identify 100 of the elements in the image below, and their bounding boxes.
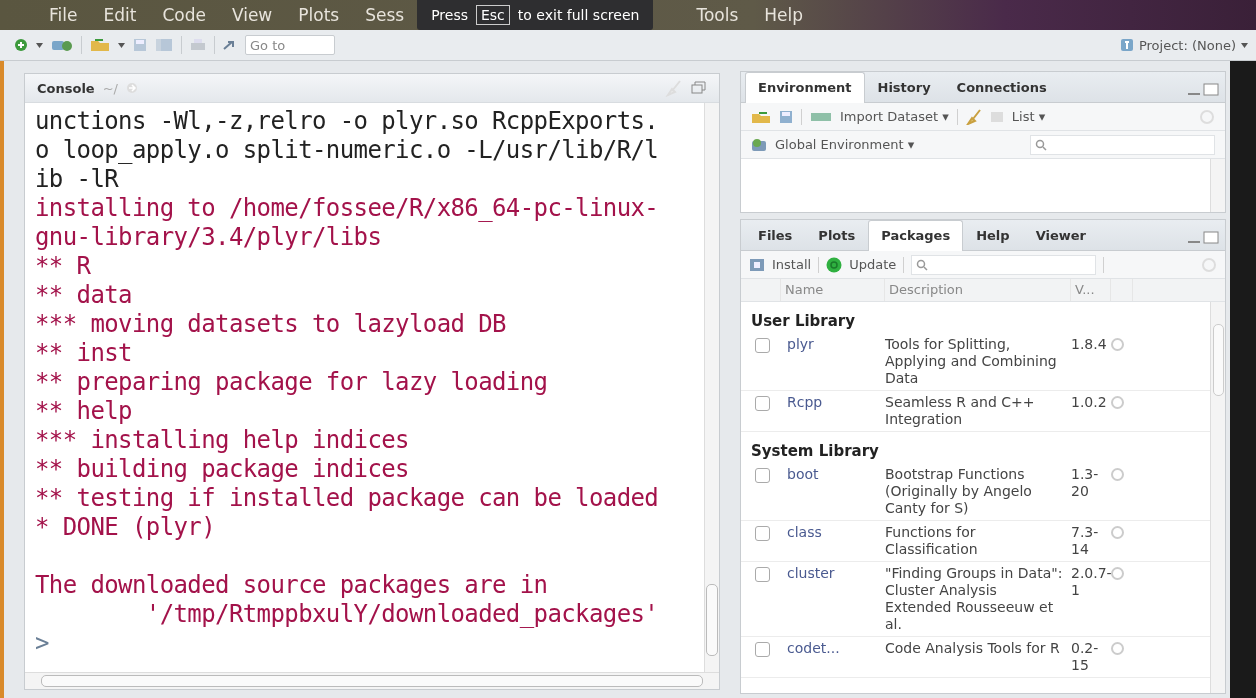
project-menu[interactable]: Project: (None) [1138,37,1236,53]
project-icon[interactable] [51,38,73,52]
console-line: *** installing help indices [35,426,410,455]
console-line: *** moving datasets to lazyload DB [35,310,507,339]
maximize-icon[interactable] [691,81,707,95]
package-link[interactable]: boot [781,466,819,482]
package-link[interactable]: plyr [781,336,814,352]
environment-icon [751,137,767,152]
pane-tab[interactable]: Viewer [1022,220,1099,250]
pane-tab[interactable]: Files [745,220,806,250]
menu-item[interactable]: Edit [90,5,150,25]
caret-icon[interactable] [1241,42,1248,48]
notice-text: to exit full screen [517,7,640,23]
maximize-icon[interactable] [1203,82,1219,96]
package-version: 2.0.7-1 [1071,565,1111,600]
install-button[interactable]: Install [772,257,812,272]
package-version: 1.8.4 [1071,336,1108,354]
console-prompt: > [35,629,50,658]
package-checkbox[interactable] [755,567,770,582]
import-dataset-button[interactable]: Import Dataset ▾ [840,109,949,124]
broom-icon[interactable] [665,79,683,97]
console-line: The downloaded source packages are in [35,571,549,600]
search-field[interactable] [911,254,1097,275]
refresh-icon[interactable] [1201,256,1217,273]
install-icon [749,257,765,272]
save-all-icon[interactable] [155,38,173,52]
search-icon [916,258,929,271]
package-checkbox[interactable] [755,338,770,353]
vertical-scrollbar[interactable] [1210,302,1225,693]
package-checkbox[interactable] [755,396,770,411]
remove-icon[interactable] [1111,396,1124,409]
save-icon[interactable] [133,38,147,52]
package-checkbox[interactable] [755,526,770,541]
folder-icon[interactable] [90,38,110,52]
project-icon [1119,38,1134,52]
package-description: "Finding Groups in Data": Cluster Analysis Extended Rousseeuw et al. [885,565,1064,633]
menu-item[interactable]: Sess [352,5,418,25]
search-field[interactable] [1030,134,1215,155]
package-link[interactable]: cluster [781,565,835,581]
print-icon[interactable] [190,38,206,52]
caret-icon[interactable] [36,42,43,48]
update-button[interactable]: Update [849,257,897,272]
package-description: Code Analysis Tools for R [885,640,1061,658]
notice-text: Press [431,7,468,23]
environment-dropdown[interactable]: Global Environment ▾ [775,137,915,152]
view-mode-button[interactable]: List ▾ [1011,109,1046,124]
working-directory: ~/ [102,80,118,96]
package-link[interactable]: codet... [781,640,840,656]
console-line: ib -lR [35,165,120,194]
arrow-icon[interactable] [125,82,138,94]
remove-icon[interactable] [1111,526,1124,539]
refresh-icon[interactable] [1199,108,1215,125]
table-icon [810,110,832,123]
library-heading: User Library [750,311,857,332]
pane-tab[interactable]: Environment [745,72,865,103]
remove-icon[interactable] [1111,642,1124,655]
package-description: Functions for Classification [885,524,979,558]
console-line: '/tmp/RtmppbxulY/downloaded_packages' [144,600,660,629]
package-link[interactable]: class [781,524,822,540]
package-checkbox[interactable] [755,642,770,657]
remove-icon[interactable] [1111,567,1124,580]
package-description: Seamless R and C++ Integration [885,394,1036,428]
menu-item[interactable]: View [218,5,286,25]
broom-icon[interactable] [965,108,982,125]
console-line: unctions -Wl,-z,relro -o plyr.so RcppExports. [35,107,660,136]
horizontal-scrollbar[interactable] [25,672,719,689]
console-line: o loop_apply.o split-numeric.o -L/usr/lib/R/l [35,136,660,165]
vertical-scrollbar[interactable] [704,103,719,672]
menu-item[interactable]: Code [149,5,219,25]
list-icon [989,110,1004,123]
pane-tab[interactable]: Packages [868,220,964,251]
package-description: Bootstrap Functions (Originally by Angelo Canty for S) [885,466,1033,517]
vertical-scrollbar[interactable] [1210,159,1225,212]
package-checkbox[interactable] [755,468,770,483]
console-line: gnu-library/3.4/plyr/libs [35,223,383,252]
console-line: * DONE (plyr) [35,513,217,542]
update-icon [826,256,843,273]
new-file-icon[interactable] [14,38,28,52]
menu-item[interactable]: Help [751,5,817,25]
pane-tab[interactable]: Help [963,220,1023,250]
remove-icon[interactable] [1111,468,1124,481]
console-line: ** preparing package for lazy loading [35,368,549,397]
caret-icon[interactable] [118,42,125,48]
pane-tab[interactable]: Connections [943,72,1060,102]
console-line: installing to /home/fossee/R/x86_64-pc-linux- [35,194,660,223]
menu-item[interactable]: Plots [285,5,353,25]
maximize-icon[interactable] [1203,230,1219,244]
menu-item[interactable]: File [36,5,91,25]
go-to-field[interactable]: Go to [245,35,335,55]
remove-icon[interactable] [1111,338,1124,351]
console-line: ** testing if installed package can be loaded [35,484,660,513]
menu-item[interactable]: Tools [683,5,752,25]
key-label: Esc [476,5,510,25]
console-line: ** help [35,397,133,426]
pane-tab[interactable]: History [864,72,944,102]
pane-tab[interactable]: Plots [805,220,869,250]
save-icon[interactable] [779,109,793,124]
library-heading: System Library [750,441,880,462]
open-folder-icon[interactable] [751,109,771,124]
package-link[interactable]: Rcpp [781,394,823,410]
